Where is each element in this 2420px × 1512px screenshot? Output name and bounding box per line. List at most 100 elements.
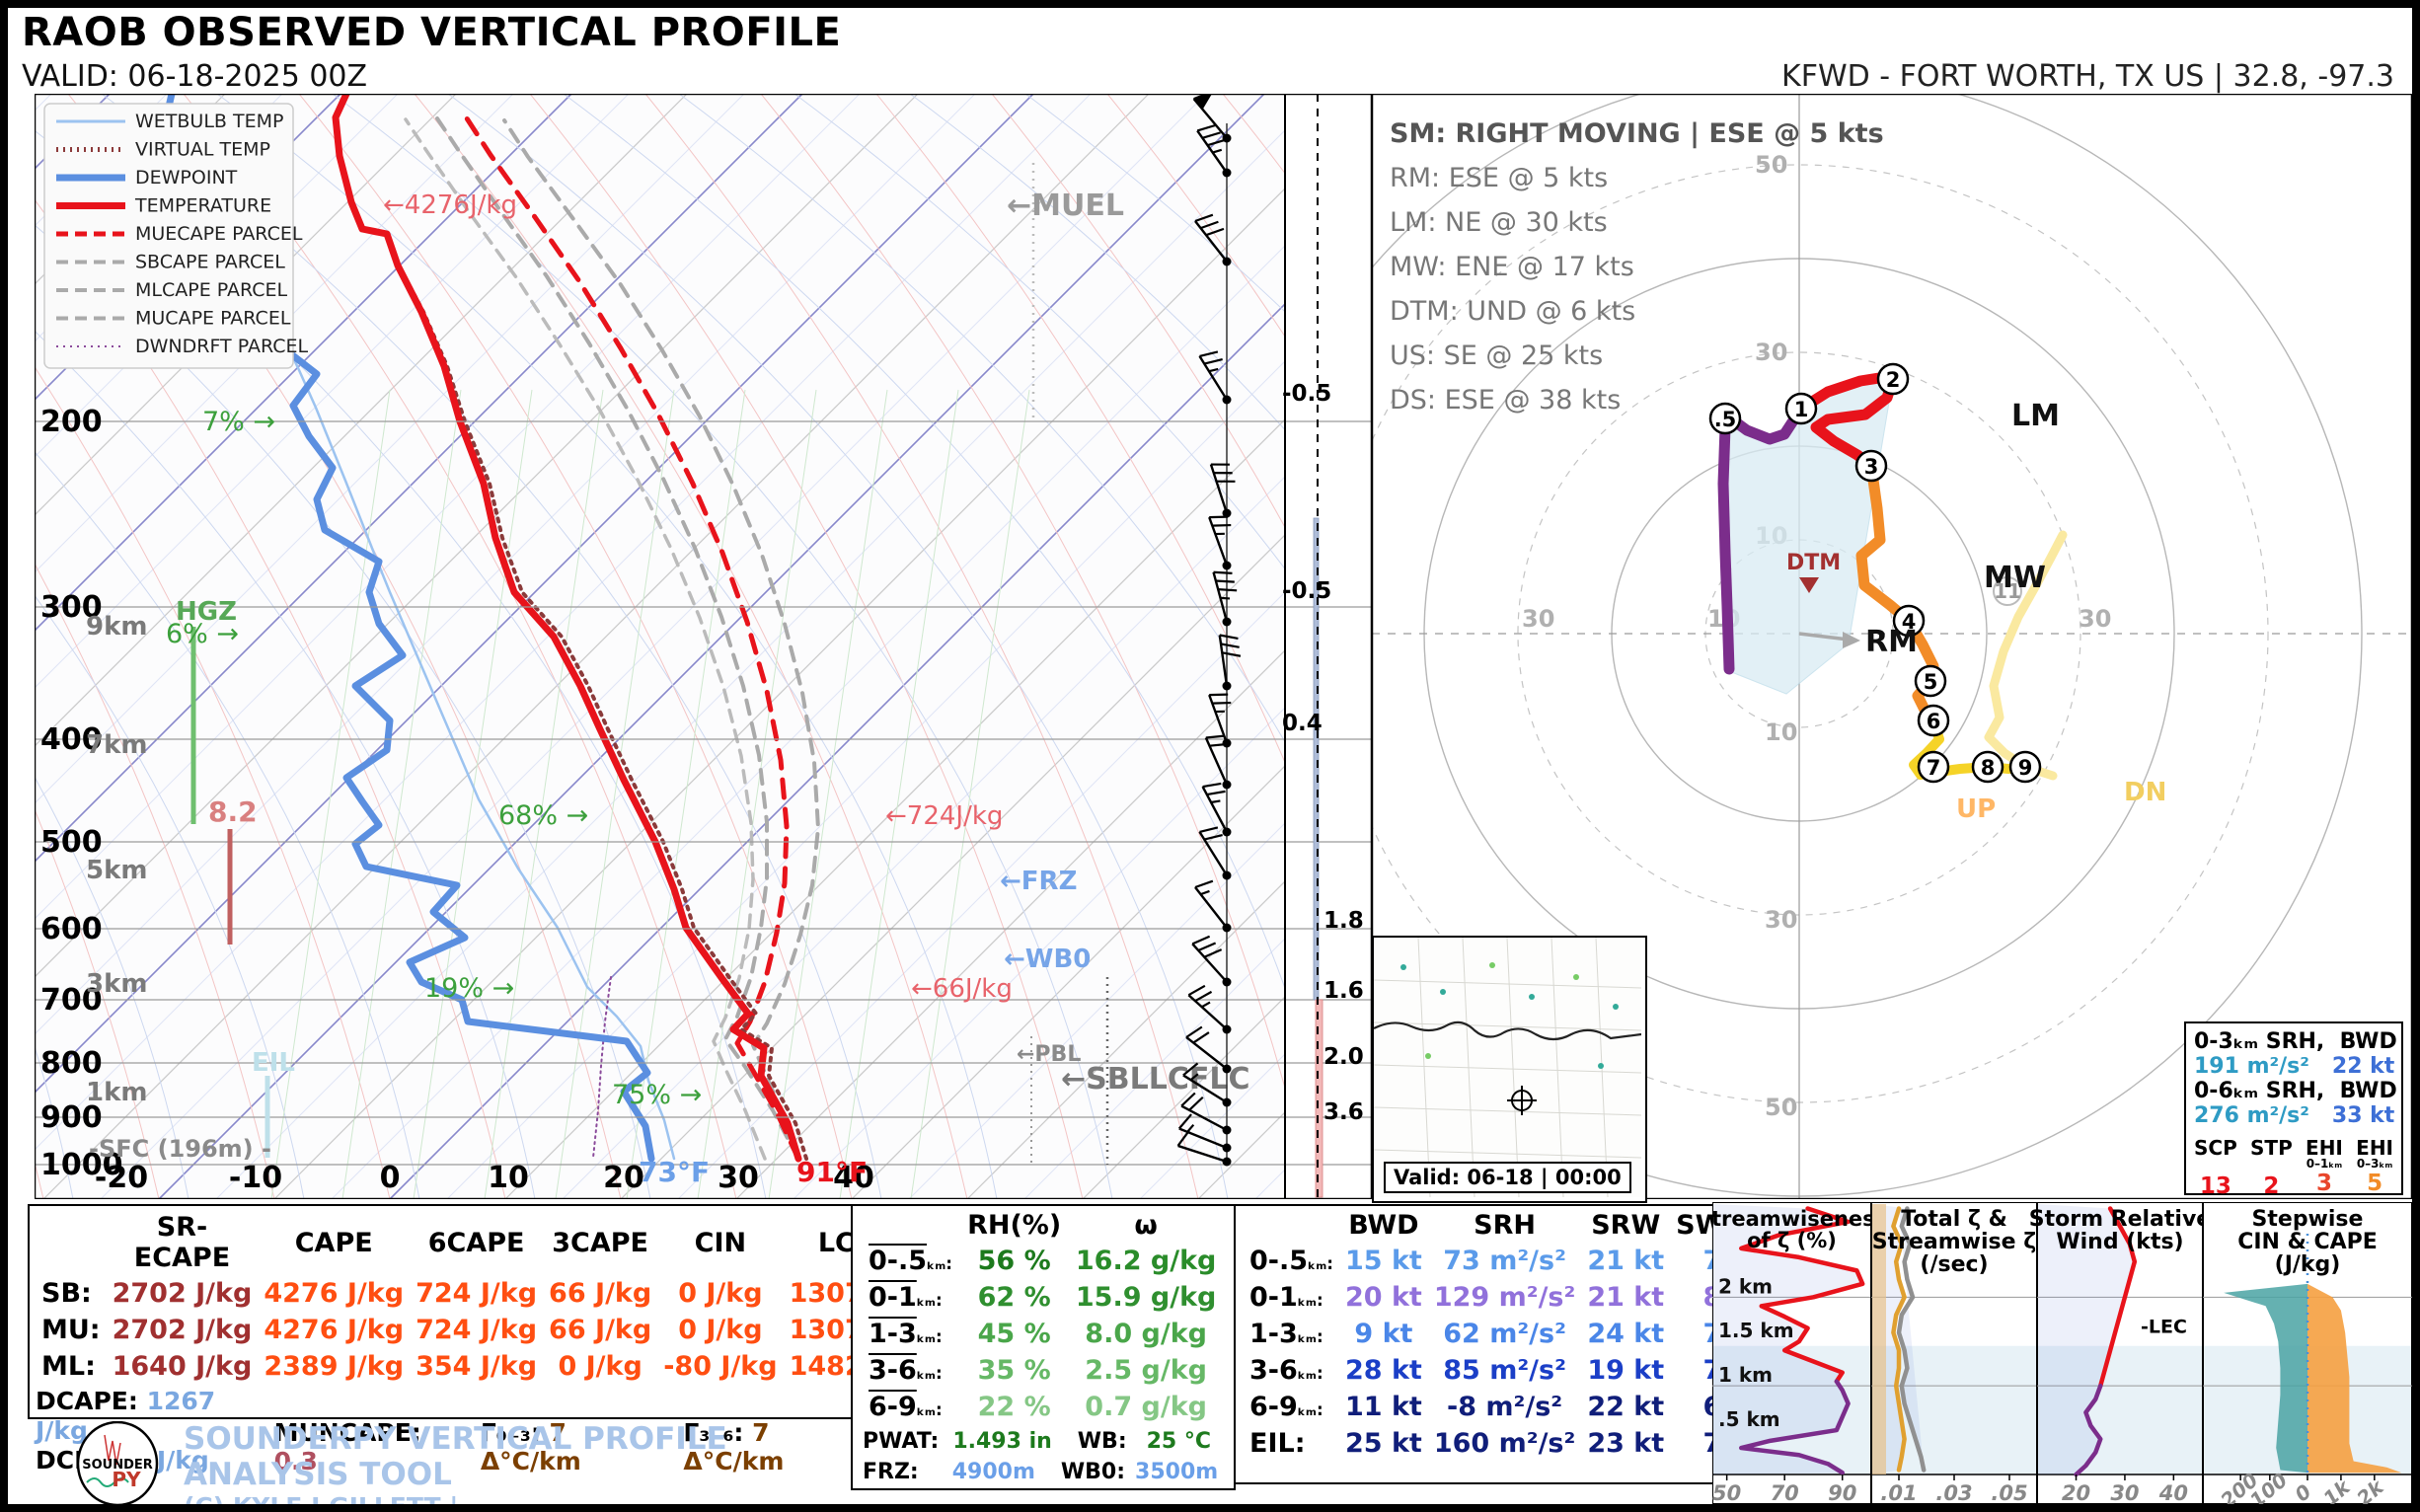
svg-text:←724J/kg: ←724J/kg	[885, 801, 1003, 831]
svg-text:MUCAPE PARCEL: MUCAPE PARCEL	[135, 308, 291, 330]
svg-text:20: 20	[2062, 1481, 2090, 1504]
svg-text:50: 50	[1765, 1094, 1797, 1121]
raob-profile-figure: RAOB OBSERVED VERTICAL PROFILE VALID: 06…	[0, 0, 2420, 1512]
svg-text:SBCAPE PARCEL: SBCAPE PARCEL	[135, 252, 285, 273]
composite-indices: SCP 13STP 2EHI0–1ₖₘ3EHI0–3ₖₘ5	[2194, 1136, 2393, 1199]
svg-text:.01: .01	[1880, 1481, 1917, 1504]
svg-text:MUECAPE PARCEL: MUECAPE PARCEL	[135, 223, 303, 245]
svg-text:90: 90	[1828, 1481, 1856, 1504]
svg-text:(/sec): (/sec)	[1920, 1252, 1988, 1277]
svg-text:←MUEL: ←MUEL	[1007, 189, 1124, 223]
svg-text:-20: -20	[95, 1161, 148, 1195]
svg-text:30: 30	[2110, 1481, 2139, 1504]
svg-text:DTM: DTM	[1786, 551, 1841, 575]
svg-text:RM: RM	[1865, 625, 1918, 659]
profile-mini-panels: 5070902 km1.5 km1 km.5 kmStreamwisenesso…	[1712, 1202, 2412, 1504]
moisture-row: 0-.5ₖₘ:56 %16.2 g/kg	[863, 1243, 1224, 1279]
svg-text:50: 50	[1712, 1481, 1741, 1504]
svg-text:2: 2	[1886, 368, 1901, 392]
thermo-table-box: SR-ECAPECAPE6CAPE3CAPECINLCLSB:2702 J/kg…	[28, 1204, 853, 1419]
svg-text:-0.5: -0.5	[1282, 578, 1331, 604]
svg-text:73°F: 73°F	[639, 1156, 710, 1188]
svg-text:1km: 1km	[86, 1078, 147, 1107]
footer-credit: (C) KYLE J GILLETT | sounderpysoundings.…	[184, 1492, 825, 1512]
footer-title: SOUNDERPY VERTICAL PROFILE ANALYSIS TOOL	[184, 1421, 825, 1492]
svg-text:800: 800	[40, 1046, 103, 1081]
frz-wb0-line: FRZ:4900mWB0:3500m	[863, 1460, 1224, 1484]
svg-text:VIRTUAL TEMP: VIRTUAL TEMP	[135, 139, 270, 161]
svg-text:1.5 km: 1.5 km	[1718, 1319, 1794, 1342]
srh-0-3-value: 191 m²/s²	[2194, 1054, 2309, 1079]
svg-text:Streamwise ζ: Streamwise ζ	[1872, 1230, 2036, 1254]
svg-text:8.2: 8.2	[208, 795, 258, 828]
svg-text:DWNDRFT PARCEL: DWNDRFT PARCEL	[135, 336, 308, 357]
srh-bwd-info-box: 0-3ₖₘ SRH, BWD 191 m²/s² 22 kt 0-6ₖₘ SRH…	[2184, 1021, 2403, 1195]
svg-text:WETBULB TEMP: WETBULB TEMP	[135, 111, 283, 132]
svg-text:(J/kg): (J/kg)	[2275, 1252, 2341, 1277]
thermo-row: MU:2702 J/kg4276 J/kg724 J/kg66 J/kg0 J/…	[36, 1312, 906, 1348]
svg-text:TEMPERATURE: TEMPERATURE	[134, 195, 271, 217]
svg-text:91°F: 91°F	[796, 1156, 868, 1188]
svg-text:MLCAPE PARCEL: MLCAPE PARCEL	[135, 279, 288, 301]
map-inset: Valid: 06-18 | 00:00	[1372, 936, 1647, 1203]
srh-0-6-label: 0-6ₖₘ SRH,	[2194, 1079, 2324, 1103]
index-scp: SCP 13	[2194, 1136, 2237, 1199]
svg-text:7% →: 7% →	[202, 407, 275, 437]
srh-0-3-label: 0-3ₖₘ SRH,	[2194, 1029, 2324, 1054]
svg-text:←SBLLCFLC: ←SBLLCFLC	[1061, 1062, 1249, 1096]
storm-motion-line: MW: ENE @ 17 kts	[1390, 245, 1884, 289]
svg-text:2 km: 2 km	[1718, 1274, 1773, 1298]
svg-text:5km: 5km	[86, 856, 147, 885]
moisture-row: 1-3ₖₘ:45 %8.0 g/kg	[863, 1316, 1224, 1352]
svg-text:.05: .05	[1991, 1481, 2027, 1504]
svg-text:3: 3	[1864, 455, 1879, 479]
svg-text:-10: -10	[229, 1161, 282, 1195]
svg-text:of ζ (%): of ζ (%)	[1747, 1229, 1837, 1252]
svg-text:.5 km: .5 km	[1718, 1407, 1780, 1431]
bwd-0-3-label: BWD	[2340, 1029, 2397, 1054]
storm-motion-text-block: SM: RIGHT MOVING | ESE @ 5 ktsRM: ESE @ …	[1390, 112, 1884, 422]
moisture-row: 6-9ₖₘ:22 %0.7 g/kg	[863, 1389, 1224, 1425]
svg-text:MW: MW	[1984, 561, 2046, 595]
svg-text:1 km: 1 km	[1718, 1363, 1773, 1387]
station-label: KFWD - FORT WORTH, TX US | 32.8, -97.3	[1781, 59, 2394, 94]
svg-text:3.6: 3.6	[1323, 1099, 1364, 1125]
svg-text:-0.5: -0.5	[1282, 381, 1331, 407]
svg-text:1.8: 1.8	[1323, 908, 1364, 934]
valid-timestamp: VALID: 06-18-2025 00Z	[22, 59, 367, 94]
svg-text:6: 6	[1927, 710, 1941, 733]
svg-text:30: 30	[718, 1161, 759, 1195]
storm-motion-line: DTM: UND @ 6 kts	[1390, 289, 1884, 334]
svg-text:8: 8	[1981, 756, 1996, 780]
index-stp: STP 2	[2250, 1136, 2293, 1199]
svg-text:7: 7	[1927, 756, 1941, 780]
svg-text:←WB0: ←WB0	[1004, 945, 1091, 974]
svg-text:3km: 3km	[86, 969, 147, 999]
skewt-diagram: 200300400500600700800900100013km9km7km5k…	[35, 94, 1372, 1199]
index-ehi: EHI0–3ₖₘ5	[2356, 1136, 2393, 1199]
kinematics-table-box: BWDSRHSRWSWζ%SWζ0-.5ₖₘ:15 kt73 m²/s²21 k…	[1234, 1204, 1714, 1484]
svg-text:30: 30	[2079, 605, 2111, 633]
svg-text:68% →: 68% →	[498, 800, 588, 831]
page-title: RAOB OBSERVED VERTICAL PROFILE	[22, 10, 841, 55]
svg-text:-SFC (196m) -: -SFC (196m) -	[89, 1135, 271, 1163]
map-canvas	[1374, 938, 1641, 1197]
svg-text:10: 10	[488, 1161, 529, 1195]
svg-text:19% →: 19% →	[424, 973, 514, 1004]
svg-text:Wind (kts): Wind (kts)	[2056, 1230, 2183, 1254]
svg-text:9: 9	[2018, 756, 2033, 780]
svg-text:DN: DN	[2124, 778, 2166, 807]
svg-text:←66J/kg: ←66J/kg	[911, 974, 1013, 1004]
svg-text:2.0: 2.0	[1323, 1044, 1364, 1070]
moisture-row: 0-1ₖₘ:62 %15.9 g/kg	[863, 1279, 1224, 1316]
svg-text:-LEC: -LEC	[2141, 1316, 2187, 1337]
thermo-row: ML:1640 J/kg2389 J/kg354 J/kg0 J/kg-80 J…	[36, 1348, 906, 1385]
svg-text:500: 500	[40, 825, 103, 860]
srh-0-6-value: 276 m²/s²	[2194, 1103, 2309, 1128]
svg-text:LM: LM	[2011, 399, 2060, 433]
svg-text:UP: UP	[1956, 794, 1996, 824]
svg-text:0: 0	[380, 1161, 401, 1195]
svg-text:Streamwiseness: Streamwiseness	[1712, 1207, 1887, 1231]
svg-text:CIN & CAPE: CIN & CAPE	[2237, 1230, 2378, 1254]
thermo-table: SR-ECAPECAPE6CAPE3CAPECINLCLSB:2702 J/kg…	[36, 1210, 906, 1385]
